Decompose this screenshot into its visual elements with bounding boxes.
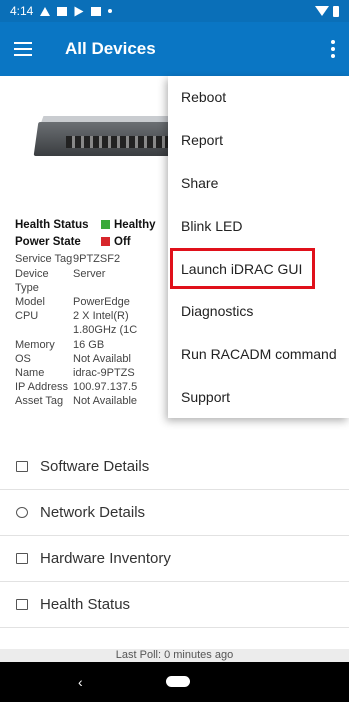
menu-item-blink-led[interactable]: Blink LED	[168, 204, 349, 247]
hamburger-menu-icon[interactable]	[14, 42, 32, 56]
download-box-icon	[16, 553, 28, 564]
menu-item-launch-idrac-gui[interactable]: Launch iDRAC GUI	[169, 247, 316, 290]
power-state-value: Off	[114, 236, 131, 249]
detail-row: Asset Tag Not Available	[15, 395, 138, 408]
menu-item-report[interactable]: Report	[168, 119, 349, 162]
pulse-chart-icon	[16, 599, 28, 610]
last-poll-footer: Last Poll: 0 minutes ago	[0, 649, 349, 662]
overflow-dropdown-menu: Reboot Report Share Blink LED Launch iDR…	[168, 76, 349, 418]
menu-item-run-racadm[interactable]: Run RACADM command	[168, 333, 349, 376]
overflow-menu-icon[interactable]	[331, 40, 335, 58]
page-title: All Devices	[65, 39, 156, 58]
power-state-row: Power State Off	[15, 235, 156, 249]
section-list: Software Details Network Details Hardwar…	[0, 444, 349, 628]
detail-row: IP Address 100.97.137.5	[15, 381, 138, 394]
network-globe-icon	[16, 507, 28, 518]
mail-icon	[57, 6, 68, 16]
status-bar: 4:14	[0, 0, 349, 22]
health-status-item[interactable]: Health Status	[0, 582, 349, 628]
power-state-label: Power State	[15, 236, 81, 249]
android-nav-bar: ‹	[0, 662, 349, 702]
photo-icon	[91, 6, 102, 16]
notification-icon	[40, 6, 51, 16]
device-details: Health Status Healthy Power State Off Se…	[15, 218, 156, 409]
back-icon[interactable]: ‹	[78, 674, 83, 690]
menu-item-share[interactable]: Share	[168, 162, 349, 205]
software-details-item[interactable]: Software Details	[0, 444, 349, 490]
hardware-inventory-item[interactable]: Hardware Inventory	[0, 536, 349, 582]
detail-row: Service Tag 9PTZSF2	[15, 253, 121, 266]
detail-row: 1.80GHz (1C	[73, 324, 138, 337]
home-pill-icon[interactable]	[166, 676, 190, 687]
detail-row: Model PowerEdge	[15, 296, 130, 309]
detail-row: Device Type Server	[15, 267, 106, 294]
health-status-row: Health Status Healthy	[15, 218, 156, 232]
menu-item-diagnostics[interactable]: Diagnostics	[168, 290, 349, 333]
app-bar: All Devices	[0, 22, 349, 76]
menu-item-reboot[interactable]: Reboot	[168, 76, 349, 119]
health-status-label: Health Status	[15, 219, 89, 231]
play-icon	[74, 6, 84, 16]
menu-item-support[interactable]: Support	[168, 376, 349, 419]
battery-icon	[333, 5, 339, 17]
clock: 4:14	[10, 4, 34, 18]
health-status-value: Healthy	[114, 219, 156, 231]
detail-row: Memory 16 GB	[15, 338, 105, 351]
detail-row: OS Not Availabl	[15, 352, 131, 365]
wifi-icon	[315, 6, 329, 16]
server-image	[33, 112, 190, 162]
network-details-item[interactable]: Network Details	[0, 490, 349, 536]
download-box-icon	[16, 461, 28, 472]
off-status-icon	[101, 237, 110, 247]
detail-row: Name idrac-9PTZS	[15, 367, 135, 380]
dot-icon	[108, 9, 113, 13]
detail-row: CPU 2 X Intel(R)	[15, 310, 129, 323]
healthy-check-icon	[101, 220, 110, 229]
